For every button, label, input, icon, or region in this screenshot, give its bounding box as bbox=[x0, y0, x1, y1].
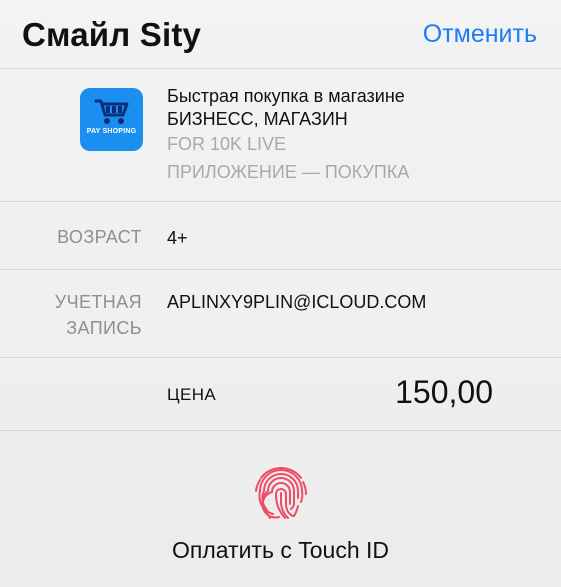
product-developer: БИЗНЕСС, МАГАЗИН bbox=[167, 109, 348, 129]
product-info: PAY SHOPING Быстрая покупка в магазине Б… bbox=[0, 69, 561, 202]
cancel-button[interactable]: Отменить bbox=[423, 20, 537, 49]
touch-id-area[interactable]: Оплатить с Touch ID bbox=[0, 431, 561, 587]
product-subtitle: FOR 10K LIVE bbox=[167, 134, 287, 154]
account-label-line2: ЗАПИСЬ bbox=[66, 318, 142, 338]
account-label-line1: УЧЕТНАЯ bbox=[54, 292, 142, 312]
age-value: 4+ bbox=[167, 228, 188, 248]
product-type: ПРИЛОЖЕНИЕ — ПОКУПКА bbox=[167, 162, 410, 182]
price-value: 150,00 bbox=[395, 374, 493, 410]
payment-sheet: Смайл Sity Отменить PAY SHOPING Быстрая … bbox=[0, 0, 561, 587]
account-label: УЧЕТНАЯ ЗАПИСЬ bbox=[55, 289, 142, 341]
shopping-cart-icon bbox=[94, 99, 129, 124]
app-icon: PAY SHOPING bbox=[80, 88, 143, 151]
fingerprint-icon[interactable] bbox=[248, 458, 314, 524]
product-name: Быстрая покупка в магазине bbox=[167, 86, 405, 106]
app-icon-label: PAY SHOPING bbox=[86, 128, 137, 135]
age-row: ВОЗРАСТ 4+ bbox=[0, 202, 561, 270]
price-label: ЦЕНА bbox=[167, 385, 217, 404]
price-row: ЦЕНА 150,00 bbox=[0, 358, 561, 431]
account-value: APLINXY9PLIN@ICLOUD.COM bbox=[167, 292, 427, 312]
app-title: Смайл Sity bbox=[22, 16, 202, 53]
age-label: ВОЗРАСТ bbox=[57, 227, 142, 247]
account-row: УЧЕТНАЯ ЗАПИСЬ APLINXY9PLIN@ICLOUD.COM bbox=[0, 270, 561, 358]
pay-touch-id-label: Оплатить с Touch ID bbox=[172, 537, 389, 563]
sheet-header: Смайл Sity Отменить bbox=[0, 0, 561, 69]
